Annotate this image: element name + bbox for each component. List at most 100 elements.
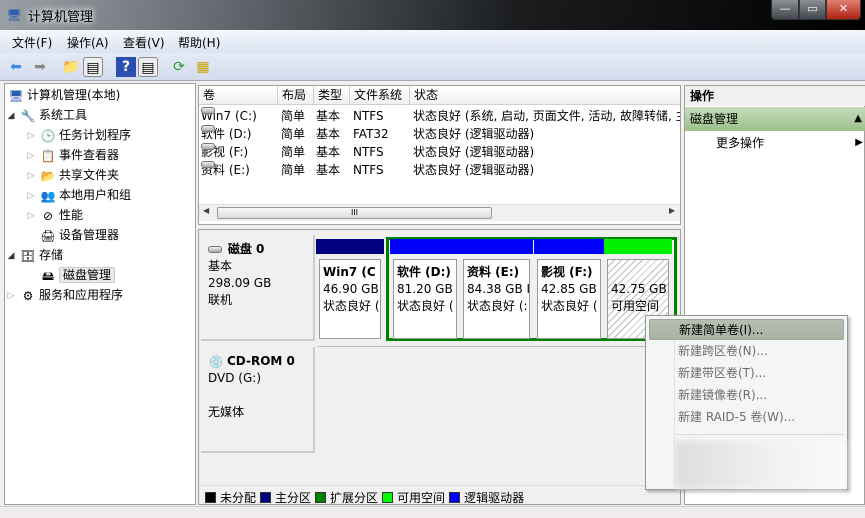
column-header-type[interactable]: 类型 [314,86,350,105]
partition-size: 81.20 GB [397,282,453,296]
tree-root[interactable]: 🖥 计算机管理(本地) [8,86,120,104]
tree-item[interactable]: ▷ ⚙ 服务和应用程序 [5,286,123,304]
collapse-icon[interactable]: ▲ [854,107,862,131]
expand-arrow-icon[interactable]: ▷ [5,288,17,304]
volume-row[interactable]: 资料 (E:) 简单 基本 NTFS 状态良好 (逻辑驱动器) [199,161,679,179]
partition-size: 42.85 GB [541,282,597,296]
properties-icon[interactable]: ▦ [193,57,213,77]
column-header-volume[interactable]: 卷 [199,86,278,105]
tree-item-label: 系统工具 [39,108,88,122]
tree-item-label: 本地用户和组 [59,188,132,202]
cell-fs: NTFS [353,163,384,177]
disk0-info[interactable]: 磁盘 0 基本 298.09 GB 联机 [201,235,315,341]
scroll-left-arrow[interactable]: ◀ [203,206,209,215]
partition-status: 状态良好 (: [467,299,528,313]
legend-swatch [382,492,394,503]
cell-status: 状态良好 (逻辑驱动器) [413,145,535,159]
task-scheduler-icon: 🕒 [40,128,56,143]
refresh-icon[interactable]: ⟳ [169,57,189,77]
tree-item[interactable]: ▷ 📋 事件查看器 [25,146,119,164]
cdrom-info[interactable]: 💿 CD-ROM 0 DVD (G:) 无媒体 [201,347,315,453]
volume-row[interactable]: 软件 (D:) 简单 基本 FAT32 状态良好 (逻辑驱动器) [199,125,679,143]
column-header-status[interactable]: 状态 [410,86,680,105]
scroll-right-arrow[interactable]: ▶ [669,206,675,215]
menu-view[interactable]: 查看(V) [123,34,165,51]
legend-label: 主分区 [275,491,312,505]
expand-arrow-icon[interactable]: ▷ [25,168,37,184]
partition-block[interactable]: 影视 (F:) 42.85 GB 状态良好 ( [534,239,604,343]
drive-icon [201,125,215,132]
more-actions[interactable]: 更多操作 ▶ [685,133,865,153]
volume-row[interactable]: Win7 (C:) 简单 基本 NTFS 状态良好 (系统, 启动, 页面文件, 活动,… [199,107,680,125]
partition-name: 影视 (F:) [541,265,593,279]
tree-item-label: 任务计划程序 [59,128,132,142]
tree-item[interactable]: ◢ 🗄 存储 [5,246,63,264]
collapse-arrow-icon[interactable]: ◢ [5,108,17,124]
back-icon[interactable]: ⬅ [6,57,26,77]
partition-block[interactable]: 软件 (D:) 81.20 GB 状态良好 ( [390,239,460,343]
volume-row[interactable]: 影视 (F:) 简单 基本 NTFS 状态良好 (逻辑驱动器) [199,143,679,161]
collapse-arrow-icon[interactable]: ◢ [5,248,17,264]
tree-item-label: 磁盘管理 [59,267,116,283]
expand-arrow-icon[interactable]: ▷ [25,188,37,204]
tree-item-label: 存储 [39,248,64,262]
legend-swatch [205,492,216,503]
partition-size: 46.90 GB [323,282,379,296]
shared-folders-icon: 📂 [40,168,56,183]
cell-type: 基本 [316,109,341,123]
column-header-filesystem[interactable]: 文件系统 [350,86,410,105]
menu-bar: 文件(F) 操作(A) 查看(V) 帮助(H) [0,30,865,53]
tree-item[interactable]: ▷ ⊘ 性能 [25,206,83,224]
context-menu-item[interactable]: 新建 RAID-5 卷(W)... [649,407,844,428]
context-menu-item[interactable]: 新建带区卷(T)... [649,363,844,384]
forward-icon[interactable]: ➡ [30,57,50,77]
tree-item[interactable]: ◢ 🔧 系统工具 [5,106,87,124]
context-menu-item[interactable]: 新建镜像卷(R)... [649,385,844,406]
expand-arrow-icon[interactable] [25,268,37,284]
cell-fs: NTFS [353,109,384,123]
horizontal-scrollbar[interactable]: ◀ III ▶ [199,204,680,221]
status-bar [0,506,865,518]
expand-arrow-icon[interactable]: ▷ [25,128,37,144]
menu-action[interactable]: 操作(A) [67,34,109,51]
tree-item[interactable]: 🖴 磁盘管理 [25,266,116,284]
cell-layout: 简单 [281,163,306,177]
legend-swatch [260,492,272,503]
cell-status: 状态良好 (逻辑驱动器) [413,163,535,177]
expand-arrow-icon[interactable]: ▷ [25,208,37,224]
cell-layout: 简单 [281,109,306,123]
show-hide-tree-icon[interactable]: ▤ [83,57,103,77]
close-button[interactable]: ✕ [826,0,861,20]
scrollbar-thumb[interactable]: III [217,207,492,219]
menu-separator [676,434,844,435]
column-header-layout[interactable]: 布局 [278,86,314,105]
computer-icon: 🖥 [8,88,24,103]
partition-block[interactable]: Win7 (C 46.90 GB 状态良好 ( [316,239,384,343]
actions-section-disk-management[interactable]: 磁盘管理 ▲ [685,107,865,131]
users-icon: 👥 [40,188,56,203]
tree-item[interactable]: ▷ 📂 共享文件夹 [25,166,119,184]
menu-file[interactable]: 文件(F) [12,34,52,51]
maximize-button[interactable]: ▭ [799,0,826,20]
partition-block[interactable]: 资料 (E:) 84.38 GB I 状态良好 (: [460,239,533,343]
show-hide-action-icon[interactable]: ▤ [138,57,158,77]
minimize-button[interactable]: — [771,0,799,20]
context-menu-item[interactable]: 新建跨区卷(N)... [649,341,844,362]
context-menu: 新建简单卷(I)... 新建跨区卷(N)... 新建带区卷(T)... 新建镜像卷(R… [645,315,848,490]
tree-item[interactable]: 🖨 设备管理器 [25,226,119,244]
cell-type: 基本 [316,127,341,141]
help-icon[interactable]: ? [116,57,136,77]
menu-help[interactable]: 帮助(H) [178,34,220,51]
context-menu-item[interactable]: 新建简单卷(I)... [649,319,844,340]
partition-color-bar [460,239,533,254]
expand-arrow-icon[interactable]: ▷ [25,148,37,164]
tree-item[interactable]: ▷ 👥 本地用户和组 [25,186,131,204]
tree-item[interactable]: ▷ 🕒 任务计划程序 [25,126,131,144]
legend-swatch [449,492,461,503]
tree-item-label: 性能 [59,208,84,222]
partition-status: 状态良好 ( [397,299,454,313]
up-folder-icon[interactable]: 📁 [61,57,81,77]
legend-label: 未分配 [220,491,257,505]
toolbar: ⬅ ➡ 📁 ▤ ? ▤ ⟳ ▦ [0,53,865,81]
expand-arrow-icon[interactable] [25,228,37,244]
